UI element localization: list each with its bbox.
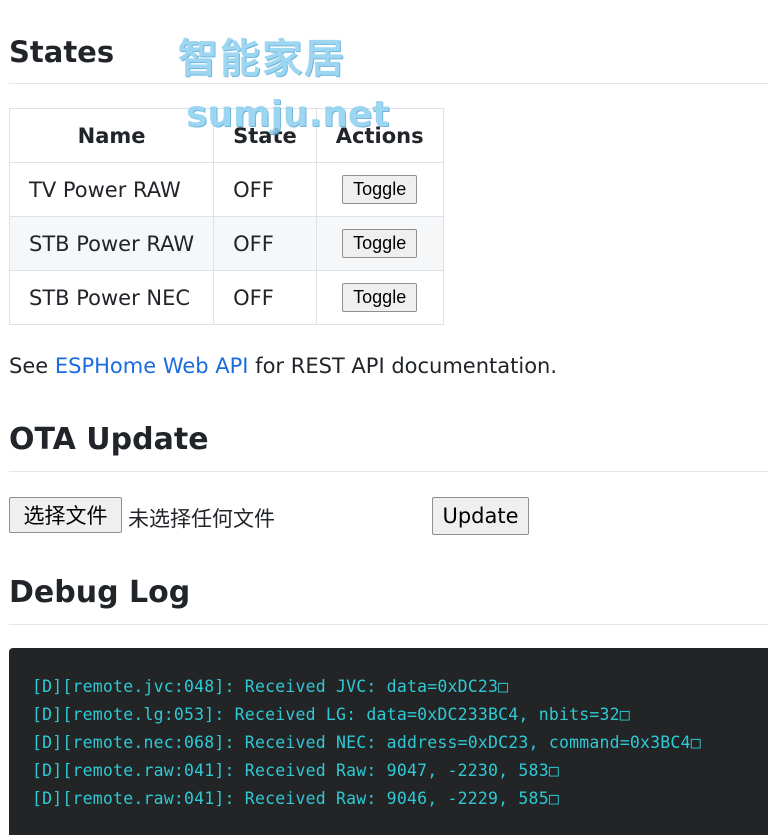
column-header-state: State: [213, 108, 317, 163]
log-line: [D][remote.raw:041]: Received Raw: 9046,…: [32, 789, 559, 808]
api-note-prefix: See: [9, 354, 55, 378]
toggle-button[interactable]: Toggle: [342, 283, 418, 312]
table-row: STB Power RAW OFF Toggle: [8, 216, 444, 271]
entity-state: OFF: [213, 162, 317, 217]
table-row: TV Power RAW OFF Toggle: [8, 162, 444, 217]
update-button[interactable]: Update: [432, 497, 529, 535]
table-row: STB Power NEC OFF Toggle: [8, 270, 444, 325]
choose-file-button[interactable]: 选择文件: [9, 497, 122, 533]
entity-state: OFF: [213, 216, 317, 271]
entity-actions: Toggle: [315, 216, 444, 271]
log-line: [D][remote.lg:053]: Received LG: data=0x…: [32, 705, 630, 724]
ota-divider: [9, 471, 768, 472]
entity-actions: Toggle: [315, 270, 444, 325]
entity-actions: Toggle: [315, 162, 444, 217]
column-header-actions: Actions: [315, 108, 444, 163]
entity-name: STB Power NEC: [8, 270, 215, 325]
file-status-text: 未选择任何文件: [128, 507, 275, 531]
debug-log-console[interactable]: [D][remote.jvc:048]: Received JVC: data=…: [9, 648, 768, 835]
entity-name: TV Power RAW: [8, 162, 215, 217]
states-divider: [9, 83, 768, 84]
states-table: Name State Actions TV Power RAW OFF Togg…: [8, 108, 444, 325]
toggle-button[interactable]: Toggle: [342, 175, 418, 204]
entity-state: OFF: [213, 270, 317, 325]
log-line: [D][remote.nec:068]: Received NEC: addre…: [32, 733, 701, 752]
api-note-suffix: for REST API documentation.: [248, 354, 558, 378]
api-doc-note: See ESPHome Web API for REST API documen…: [9, 354, 557, 378]
column-header-name: Name: [8, 108, 215, 163]
log-line: [D][remote.jvc:048]: Received JVC: data=…: [32, 677, 509, 696]
debug-heading: Debug Log: [9, 575, 191, 610]
toggle-button[interactable]: Toggle: [342, 229, 418, 258]
table-header-row: Name State Actions: [8, 108, 444, 163]
esphome-web-api-link[interactable]: ESPHome Web API: [55, 354, 249, 378]
states-heading: States: [9, 35, 115, 69]
watermark-chinese: 智能家居: [178, 36, 346, 82]
log-line: [D][remote.raw:041]: Received Raw: 9047,…: [32, 761, 559, 780]
entity-name: STB Power RAW: [8, 216, 215, 271]
debug-divider: [9, 624, 768, 625]
ota-heading: OTA Update: [9, 422, 209, 457]
